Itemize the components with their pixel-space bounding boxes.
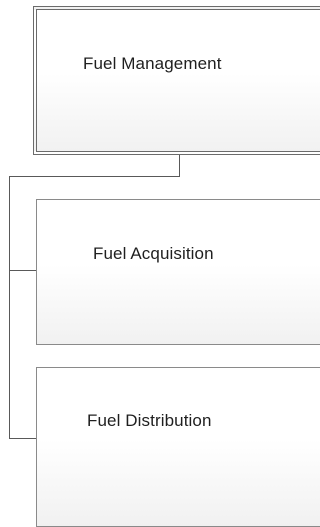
node-label: Fuel Management (83, 54, 222, 73)
connector-horizontal-top (9, 176, 180, 177)
node-fuel-management[interactable]: Fuel Management (33, 6, 320, 155)
node-fuel-acquisition[interactable]: Fuel Acquisition (36, 199, 320, 345)
connector-root-down (179, 154, 180, 176)
connector-to-acquisition (9, 270, 36, 271)
node-label: Fuel Acquisition (93, 244, 214, 263)
org-chart-diagram: Fuel Management Fuel Acquisition Fuel Di… (0, 0, 320, 527)
connector-to-distribution (9, 438, 36, 439)
node-fuel-distribution[interactable]: Fuel Distribution (36, 367, 320, 527)
connector-vertical-trunk (9, 176, 10, 439)
node-label: Fuel Distribution (87, 411, 212, 430)
